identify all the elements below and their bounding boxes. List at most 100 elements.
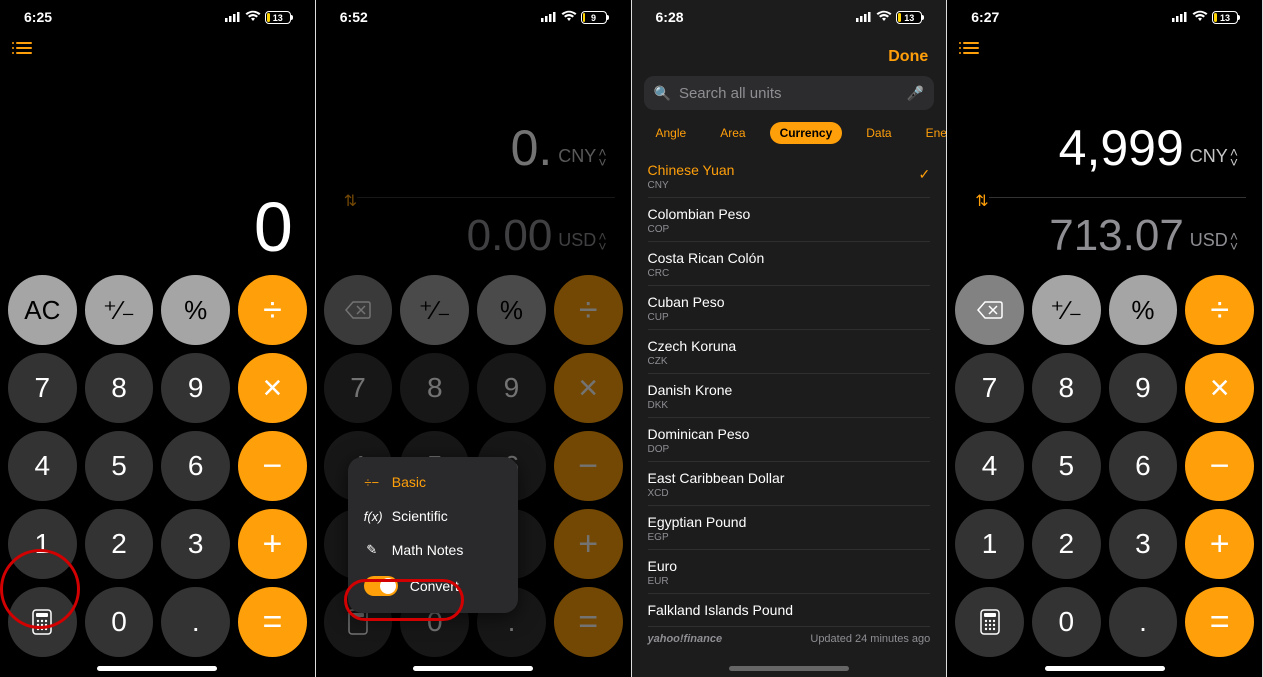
popup-scientific[interactable]: f(x)Scientific — [348, 499, 518, 533]
decimal-button[interactable]: . — [1109, 587, 1178, 657]
percent-button[interactable]: % — [1109, 275, 1178, 345]
equals-button[interactable]: = — [1185, 587, 1254, 657]
secondary-currency-picker[interactable]: USD ˄˅ — [558, 230, 606, 261]
four-button[interactable]: 4 — [955, 431, 1024, 501]
secondary-currency-picker[interactable]: USD ˄˅ — [1190, 230, 1238, 261]
three-button[interactable]: 3 — [1109, 509, 1178, 579]
unit-row[interactable]: Colombian PesoCOP — [648, 198, 931, 242]
sort-icon: ˄˅ — [1230, 147, 1238, 167]
search-input[interactable]: 🔍 Search all units 🎤 — [644, 76, 935, 110]
plus-button[interactable]: + — [554, 509, 623, 579]
nine-button[interactable]: 9 — [161, 353, 230, 423]
unit-name: Euro — [648, 558, 678, 574]
seven-button[interactable]: 7 — [8, 353, 77, 423]
popup-convert[interactable]: Convert — [348, 567, 518, 605]
divide-button[interactable]: ÷ — [1185, 275, 1254, 345]
plus-minus-button[interactable]: ⁺∕₋ — [400, 275, 469, 345]
zero-button[interactable]: 0 — [1032, 587, 1101, 657]
six-button[interactable]: 6 — [1109, 431, 1178, 501]
one-button[interactable]: 1 — [955, 509, 1024, 579]
nine-button[interactable]: 9 — [1109, 353, 1178, 423]
home-indicator[interactable] — [413, 666, 533, 671]
primary-currency-picker[interactable]: CNY ˄˅ — [1190, 146, 1238, 177]
multiply-button[interactable]: × — [1185, 353, 1254, 423]
mode-button[interactable] — [955, 587, 1024, 657]
home-indicator[interactable] — [97, 666, 217, 671]
equals-button[interactable]: = — [238, 587, 307, 657]
unit-row[interactable]: Egyptian PoundEGP — [648, 506, 931, 550]
home-indicator[interactable] — [729, 666, 849, 671]
two-button[interactable]: 2 — [85, 509, 154, 579]
eight-button[interactable]: 8 — [400, 353, 469, 423]
minus-button[interactable]: − — [238, 431, 307, 501]
unit-row[interactable]: Czech KorunaCZK — [648, 330, 931, 374]
history-icon[interactable] — [963, 42, 979, 54]
status-right: 13 — [856, 9, 922, 25]
sort-icon: ˄˅ — [1230, 231, 1238, 251]
popup-mathnotes[interactable]: ✎Math Notes — [348, 533, 518, 567]
unit-row[interactable]: Cuban PesoCUP — [648, 286, 931, 330]
unit-code: CZK — [648, 356, 737, 367]
unit-row[interactable]: Danish KroneDKK — [648, 374, 931, 418]
unit-row[interactable]: Falkland Islands Pound — [648, 594, 931, 627]
zero-button[interactable]: 0 — [85, 587, 154, 657]
unit-row[interactable]: EuroEUR — [648, 550, 931, 594]
multiply-button[interactable]: × — [554, 353, 623, 423]
five-button[interactable]: 5 — [85, 431, 154, 501]
plus-button[interactable]: + — [238, 509, 307, 579]
unit-name: East Caribbean Dollar — [648, 470, 785, 486]
plus-minus-button[interactable]: ⁺∕₋ — [1032, 275, 1101, 345]
percent-button[interactable]: % — [161, 275, 230, 345]
primary-currency-picker[interactable]: CNY ˄˅ — [558, 146, 606, 177]
minus-button[interactable]: − — [1185, 431, 1254, 501]
plus-minus-button[interactable]: ⁺∕₋ — [85, 275, 154, 345]
minus-button[interactable]: − — [554, 431, 623, 501]
category-tab-area[interactable]: Area — [710, 122, 755, 144]
two-button[interactable]: 2 — [1032, 509, 1101, 579]
unit-row[interactable]: Dominican PesoDOP — [648, 418, 931, 462]
unit-name: Cuban Peso — [648, 294, 725, 310]
done-button[interactable]: Done — [888, 48, 928, 66]
eight-button[interactable]: 8 — [85, 353, 154, 423]
updated-text: Updated 24 minutes ago — [810, 633, 930, 645]
clear-button[interactable]: AC — [8, 275, 77, 345]
home-indicator[interactable] — [1045, 666, 1165, 671]
percent-button[interactable]: % — [477, 275, 546, 345]
convert-toggle[interactable] — [364, 576, 398, 596]
six-button[interactable]: 6 — [161, 431, 230, 501]
one-button[interactable]: 1 — [8, 509, 77, 579]
mode-button[interactable] — [8, 587, 77, 657]
seven-button[interactable]: 7 — [955, 353, 1024, 423]
unit-row[interactable]: Chinese YuanCNY✓ — [648, 154, 931, 198]
divide-button[interactable]: ÷ — [554, 275, 623, 345]
plus-button[interactable]: + — [1185, 509, 1254, 579]
five-button[interactable]: 5 — [1032, 431, 1101, 501]
status-right: 13 — [1172, 9, 1238, 25]
swap-icon[interactable]: ⇅ — [963, 183, 988, 211]
category-tab-currency[interactable]: Currency — [770, 122, 843, 144]
popup-basic[interactable]: ÷−Basic — [348, 465, 518, 499]
divide-button[interactable]: ÷ — [238, 275, 307, 345]
mic-icon[interactable]: 🎤 — [907, 85, 924, 102]
four-button[interactable]: 4 — [8, 431, 77, 501]
unit-row[interactable]: East Caribbean DollarXCD — [648, 462, 931, 506]
seven-button[interactable]: 7 — [324, 353, 393, 423]
swap-icon[interactable]: ⇅ — [332, 183, 357, 211]
equals-button[interactable]: = — [554, 587, 623, 657]
three-button[interactable]: 3 — [161, 509, 230, 579]
multiply-button[interactable]: × — [238, 353, 307, 423]
phone-3-unit-picker: 6:28 13 Done 🔍 Search all units 🎤 AngleA… — [632, 0, 948, 677]
nine-button[interactable]: 9 — [477, 353, 546, 423]
category-tab-energy[interactable]: Energy — [916, 122, 947, 144]
unit-row[interactable]: Costa Rican ColónCRC — [648, 242, 931, 286]
decimal-button[interactable]: . — [161, 587, 230, 657]
delete-button[interactable] — [955, 275, 1024, 345]
mathnotes-icon: ✎ — [364, 542, 380, 558]
category-tab-data[interactable]: Data — [856, 122, 901, 144]
category-tab-angle[interactable]: Angle — [646, 122, 697, 144]
check-icon: ✓ — [919, 162, 931, 183]
unit-code: EGP — [648, 532, 747, 543]
history-icon[interactable] — [16, 42, 32, 54]
eight-button[interactable]: 8 — [1032, 353, 1101, 423]
delete-button[interactable] — [324, 275, 393, 345]
